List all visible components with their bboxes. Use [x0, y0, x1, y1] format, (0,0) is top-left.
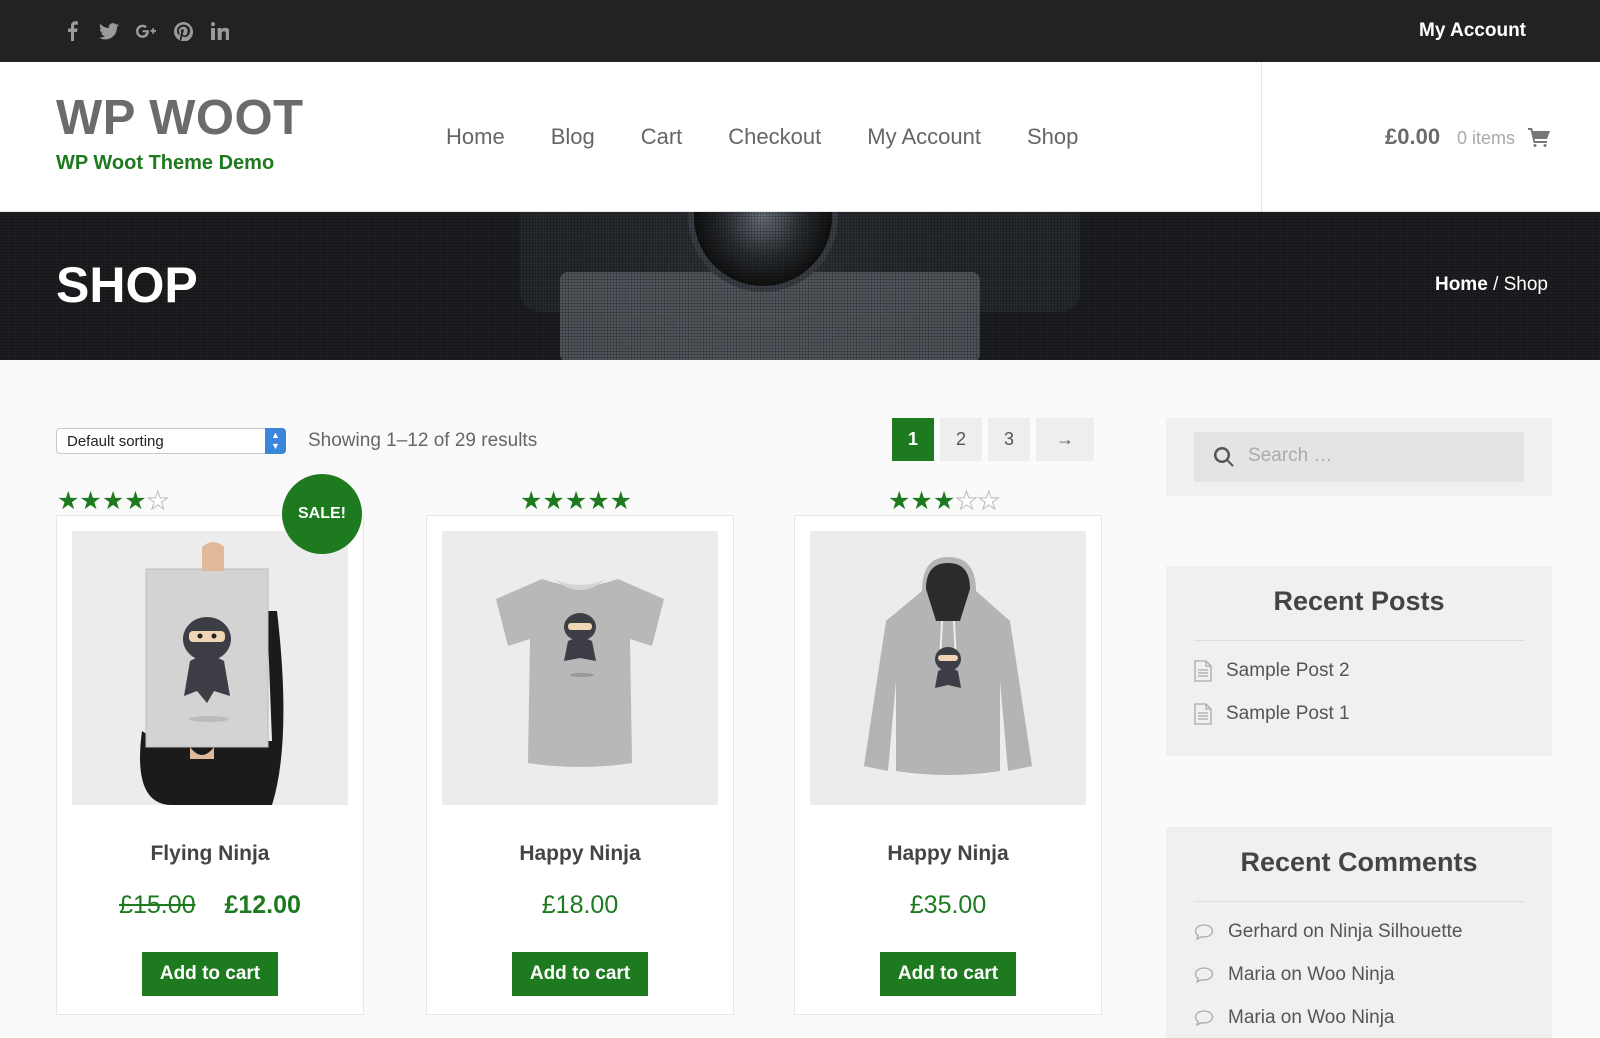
breadcrumb-separator: / — [1493, 274, 1499, 295]
social-links — [62, 20, 230, 42]
widget-divider — [1194, 901, 1524, 902]
top-my-account-link[interactable]: My Account — [1419, 20, 1526, 42]
top-bar: My Account — [0, 0, 1600, 62]
product-3-image[interactable] — [810, 531, 1086, 805]
header-divider — [1261, 62, 1262, 212]
comment-icon — [1194, 924, 1214, 941]
search-icon — [1214, 447, 1234, 467]
search-widget: Search … — [1166, 418, 1552, 496]
product-3-rating: ★★★★★ — [888, 487, 1001, 516]
recent-comments-title: Recent Comments — [1240, 847, 1478, 877]
twitter-icon[interactable] — [99, 20, 119, 42]
widget-divider — [1194, 640, 1524, 641]
page-1[interactable]: 1 — [892, 418, 934, 461]
recent-comment-link[interactable]: Gerhard on Ninja Silhouette — [1228, 921, 1462, 943]
result-count: Showing 1–12 of 29 results — [308, 430, 538, 451]
recent-post-item[interactable]: Sample Post 1 — [1194, 703, 1350, 725]
page-title: SHOP — [56, 257, 198, 313]
nav-cart[interactable]: Cart — [641, 124, 683, 150]
add-to-cart-button-2[interactable]: Add to cart — [512, 952, 648, 996]
breadcrumb: Home / Shop — [1435, 274, 1548, 296]
recent-comment-item[interactable]: Gerhard on Ninja Silhouette — [1194, 921, 1462, 943]
search-placeholder: Search … — [1248, 445, 1333, 466]
cart-count[interactable]: 0 items — [1457, 128, 1515, 149]
pinterest-icon[interactable] — [173, 20, 193, 42]
product-card-flying-ninja[interactable]: Flying Ninja £15.00 £12.00 Add to cart — [56, 515, 364, 1015]
comment-icon — [1194, 1010, 1214, 1027]
product-1-sale-price: £12.00 — [224, 891, 301, 919]
banner-overlay — [0, 212, 1600, 360]
nav-checkout[interactable]: Checkout — [728, 124, 821, 150]
breadcrumb-current: Shop — [1503, 274, 1548, 295]
nav-my-account[interactable]: My Account — [867, 124, 981, 150]
recent-comment-link[interactable]: Maria on Woo Ninja — [1228, 1007, 1395, 1029]
product-1-rating: ★★★★★ — [57, 487, 170, 516]
product-1-price: £15.00 £12.00 — [57, 891, 363, 920]
recent-posts-title: Recent Posts — [1273, 586, 1445, 616]
product-2-image[interactable] — [442, 531, 718, 805]
recent-post-link[interactable]: Sample Post 2 — [1226, 660, 1350, 682]
sorting-select[interactable]: Default sorting ▲ ▼ — [56, 428, 286, 454]
document-icon — [1194, 703, 1212, 725]
sorting-select-value: Default sorting — [67, 433, 164, 450]
product-2-price: £18.00 — [541, 891, 619, 919]
nav-blog[interactable]: Blog — [551, 124, 595, 150]
comment-icon — [1194, 967, 1214, 984]
search-input[interactable]: Search … — [1194, 432, 1524, 482]
product-card-happy-ninja-hoodie[interactable]: Happy Ninja £35.00 Add to cart — [794, 515, 1102, 1015]
pagination: 1 2 3 → — [892, 418, 1094, 461]
select-arrows-icon: ▲ ▼ — [265, 428, 286, 454]
recent-comments-widget: Recent Comments Gerhard on Ninja Silhoue… — [1166, 827, 1552, 1038]
recent-post-item[interactable]: Sample Post 2 — [1194, 660, 1350, 682]
site-tagline: WP Woot Theme Demo — [56, 152, 275, 174]
linkedin-icon[interactable] — [210, 20, 230, 42]
shopping-cart-icon[interactable] — [1528, 128, 1550, 152]
product-2-name[interactable]: Happy Ninja — [427, 842, 733, 866]
recent-comment-item[interactable]: Maria on Woo Ninja — [1194, 1007, 1395, 1029]
breadcrumb-home[interactable]: Home — [1435, 274, 1488, 295]
product-2-rating: ★★★★★ — [520, 487, 633, 515]
recent-posts-widget: Recent Posts Sample Post 2 Sample Post 1 — [1166, 566, 1552, 756]
nav-shop[interactable]: Shop — [1027, 124, 1078, 150]
recent-comment-item[interactable]: Maria on Woo Ninja — [1194, 964, 1395, 986]
add-to-cart-button-3[interactable]: Add to cart — [880, 952, 1016, 996]
nav-home[interactable]: Home — [446, 124, 505, 150]
site-header: WP WOOT WP Woot Theme Demo Home Blog Car… — [0, 62, 1600, 212]
main-nav: Home Blog Cart Checkout My Account Shop — [446, 124, 1078, 150]
cart-total[interactable]: £0.00 — [1385, 124, 1440, 150]
recent-post-link[interactable]: Sample Post 1 — [1226, 703, 1350, 725]
page-banner: SHOP Home / Shop — [0, 212, 1600, 360]
product-1-name[interactable]: Flying Ninja — [57, 842, 363, 866]
document-icon — [1194, 660, 1212, 682]
product-3-name[interactable]: Happy Ninja — [795, 842, 1101, 866]
product-1-image[interactable] — [72, 531, 348, 805]
page-3[interactable]: 3 — [988, 418, 1030, 461]
page-2[interactable]: 2 — [940, 418, 982, 461]
product-card-happy-ninja-tshirt[interactable]: Happy Ninja £18.00 Add to cart — [426, 515, 734, 1015]
recent-comment-link[interactable]: Maria on Woo Ninja — [1228, 964, 1395, 986]
next-page-arrow[interactable]: → — [1036, 418, 1094, 461]
google-plus-icon[interactable] — [136, 20, 156, 42]
sale-badge: SALE! — [282, 474, 362, 554]
product-1-old-price: £15.00 — [119, 891, 196, 919]
site-title[interactable]: WP WOOT — [56, 90, 304, 146]
facebook-icon[interactable] — [62, 20, 82, 42]
product-3-price: £35.00 — [909, 891, 987, 919]
add-to-cart-button-1[interactable]: Add to cart — [142, 952, 278, 996]
